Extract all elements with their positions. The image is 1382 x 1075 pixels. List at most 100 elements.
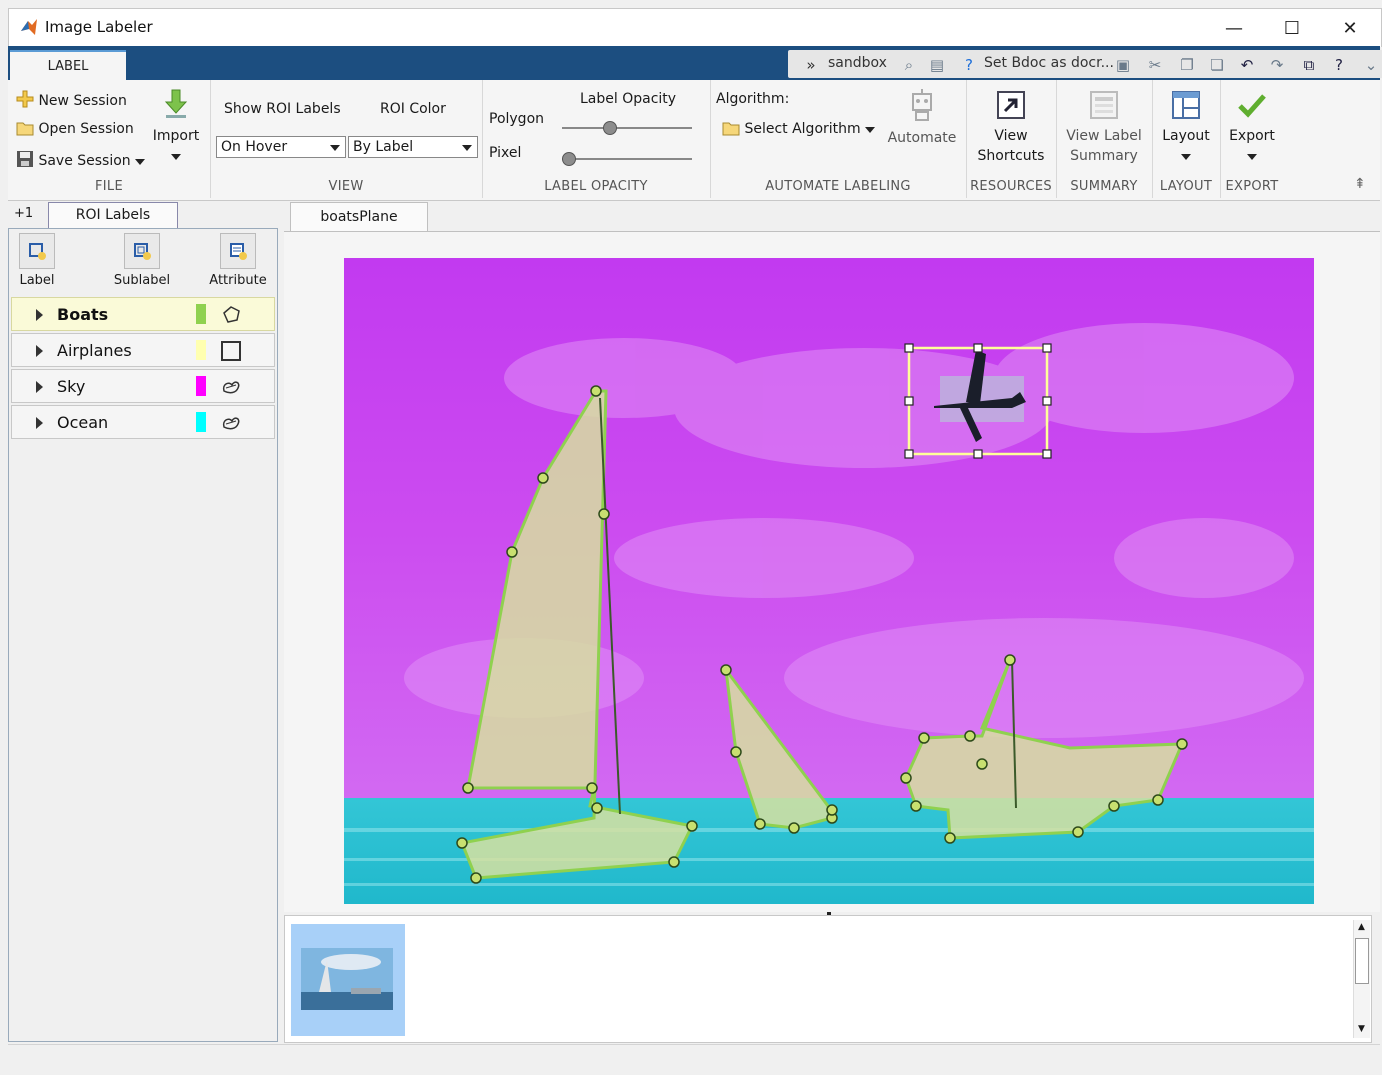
label-color-swatch[interactable] <box>196 340 206 360</box>
cut-icon[interactable]: ✂ <box>1146 56 1164 74</box>
undo-icon[interactable]: ↶ <box>1238 56 1256 74</box>
pixel-opacity-knob[interactable] <box>562 152 576 166</box>
polygon-icon <box>223 306 240 323</box>
roi-label-name: Sky <box>57 377 86 396</box>
thumbnail-selected[interactable] <box>291 924 405 1036</box>
open-session-button[interactable]: Open Session <box>16 120 134 137</box>
redo-icon[interactable]: ↷ <box>1268 56 1286 74</box>
scroll-down-icon[interactable]: ▼ <box>1358 1024 1365 1034</box>
resources-section: View Shortcuts RESOURCES <box>966 80 1057 198</box>
label-color-swatch[interactable] <box>196 376 206 396</box>
new-session-label: New Session <box>38 93 127 109</box>
shortcut-arrow-icon <box>997 91 1025 119</box>
boatsplane-thumbnail <box>301 948 393 1010</box>
polygon-opacity-label: Polygon <box>489 111 545 127</box>
film-scrollbar[interactable]: ▲ ▼ <box>1353 920 1370 1038</box>
show-roi-labels-dropdown[interactable]: On Hover <box>216 136 346 158</box>
save-session-button[interactable]: Save Session <box>16 150 146 169</box>
automate-label: Automate <box>887 130 957 146</box>
pixel-opacity-label: Pixel <box>489 145 522 161</box>
layout-section-label: LAYOUT <box>1159 179 1213 194</box>
options-icon[interactable]: ⌄ <box>1362 56 1380 74</box>
sandbox-label[interactable]: sandbox <box>828 55 887 71</box>
automate-button[interactable]: Automate <box>882 88 962 148</box>
bdoc-label[interactable]: Set Bdoc as docr... <box>984 55 1114 71</box>
expand-arrow-icon[interactable] <box>36 417 43 429</box>
paste-icon[interactable]: ❏ <box>1208 56 1226 74</box>
layout-grid-icon <box>1172 91 1200 119</box>
chevron-down-icon <box>330 145 340 151</box>
pixel-icon <box>222 417 240 430</box>
view-label: View <box>994 128 1028 144</box>
polygon-opacity-slider[interactable] <box>562 121 692 135</box>
view-label-summary-button[interactable]: View Label Summary <box>1056 90 1152 166</box>
add-sublabel-icon <box>124 233 160 269</box>
file-section-label: FILE <box>95 179 123 194</box>
add-label-text: Label <box>19 273 55 288</box>
collapse-ribbon-icon[interactable]: ⇞ <box>1354 176 1366 192</box>
save-icon[interactable]: ▣ <box>1114 56 1132 74</box>
new-session-button[interactable]: New Session <box>16 90 127 109</box>
summary-section: View Label Summary SUMMARY <box>1056 80 1153 198</box>
add-label-button[interactable]: Label <box>13 233 61 288</box>
select-algorithm-button[interactable]: Select Algorithm <box>722 120 876 137</box>
expand-arrow-icon[interactable] <box>36 381 43 393</box>
view-section-label: VIEW <box>328 179 364 194</box>
label-color-swatch[interactable] <box>196 304 206 324</box>
folder-icon <box>722 122 740 136</box>
windows-icon[interactable]: ⧉ <box>1300 56 1318 74</box>
import-button[interactable]: Import <box>152 88 200 166</box>
help-circle-icon[interactable]: ? <box>960 56 978 74</box>
rectangle-icon <box>221 341 241 361</box>
label-color-swatch[interactable] <box>196 412 206 432</box>
search-icon[interactable]: ⌕ <box>900 56 918 74</box>
add-sublabel-text: Sublabel <box>113 273 171 288</box>
scroll-thumb[interactable] <box>1355 938 1369 984</box>
show-roi-labels-label: Show ROI Labels <box>224 101 341 117</box>
view-shortcuts-button[interactable]: View Shortcuts <box>966 90 1056 166</box>
maximize-button[interactable]: ☐ <box>1269 13 1315 43</box>
tab-boatsplane[interactable]: boatsPlane <box>290 202 428 232</box>
roi-label-row[interactable]: Airplanes <box>11 333 275 367</box>
tab-label[interactable]: LABEL <box>10 50 126 80</box>
expand-arrow-icon[interactable] <box>36 309 43 321</box>
shortcuts-label: Shortcuts <box>977 148 1045 164</box>
pixel-opacity-slider[interactable] <box>562 152 692 166</box>
pixel-icon <box>222 381 240 394</box>
image-browser: ▲ ▼ <box>284 915 1372 1043</box>
add-attribute-button[interactable]: Attribute <box>205 233 271 288</box>
minimize-button[interactable]: — <box>1211 13 1257 43</box>
summary-section-label: SUMMARY <box>1070 179 1138 194</box>
roi-label-row[interactable]: Boats <box>11 297 275 331</box>
roi-label-row[interactable]: Sky <box>11 369 275 403</box>
expand-icon[interactable]: » <box>802 56 820 74</box>
chevron-down-icon <box>865 127 876 133</box>
summary-table-icon <box>1090 91 1118 119</box>
open-session-label: Open Session <box>38 121 134 137</box>
automate-section-label: AUTOMATE LABELING <box>765 179 911 194</box>
robot-icon <box>912 89 932 121</box>
expand-arrow-icon[interactable] <box>36 345 43 357</box>
folder-icon <box>16 122 34 136</box>
print-icon[interactable]: ▤ <box>928 56 946 74</box>
ribbon: New Session Open Session Save Session Im… <box>8 80 1380 201</box>
scroll-up-icon[interactable]: ▲ <box>1358 922 1365 932</box>
import-icon <box>164 89 188 118</box>
roi-label-row[interactable]: Ocean <box>11 405 275 439</box>
copy-icon[interactable]: ❐ <box>1178 56 1196 74</box>
polygon-opacity-knob[interactable] <box>603 121 618 135</box>
add-sublabel-button[interactable]: Sublabel <box>107 233 177 288</box>
layout-button[interactable]: Layout <box>1152 90 1220 166</box>
roi-color-dropdown[interactable]: By Label <box>348 136 478 158</box>
export-button[interactable]: Export <box>1220 90 1284 166</box>
matlab-logo-icon <box>21 19 37 35</box>
close-button[interactable]: ✕ <box>1327 13 1373 43</box>
tab-roi-labels[interactable]: ROI Labels <box>48 202 178 228</box>
label-opacity-title: Label Opacity <box>580 91 677 107</box>
roi-label-name: Ocean <box>57 413 109 432</box>
labeled-image[interactable] <box>344 258 1314 904</box>
add-panel-button[interactable]: +1 <box>14 206 33 221</box>
roi-labels-panel: Label Sublabel Attribute Boats Airplanes… <box>8 228 278 1042</box>
help-icon[interactable]: ? <box>1330 56 1348 74</box>
save-session-label: Save Session <box>38 153 131 169</box>
